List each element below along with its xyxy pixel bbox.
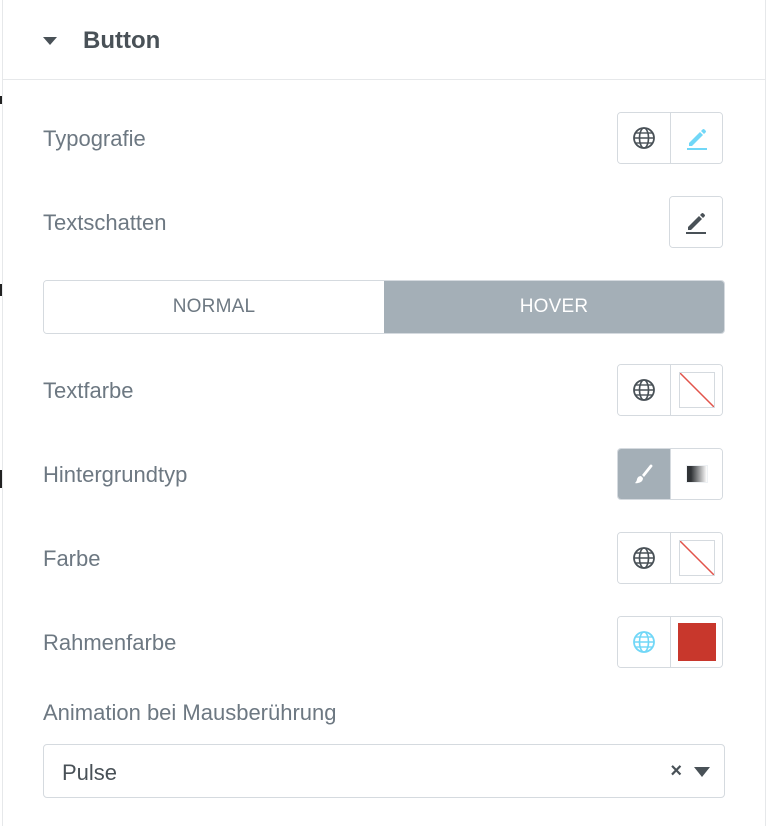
color-global-button[interactable] [618,533,670,583]
border-color-label: Rahmenfarbe [43,630,177,655]
typography-global-button[interactable] [618,113,670,163]
typography-edit-button[interactable] [670,113,722,163]
globe-icon [633,127,655,149]
typography-controls [617,112,723,164]
background-type-controls [617,448,723,500]
color-controls [617,532,723,584]
text-color-global-button[interactable] [618,365,670,415]
globe-icon [633,547,655,569]
background-type-label: Hintergrundtyp [43,462,188,487]
pencil-icon [686,129,707,150]
tab-hover[interactable]: HOVER [384,281,724,333]
border-color-global-button[interactable] [618,617,670,667]
select-value: Pulse [62,760,118,785]
text-shadow-edit-button[interactable] [670,197,722,247]
typography-label: Typografie [43,126,146,151]
text-color-label: Textfarbe [43,378,134,403]
border-color-controls [617,616,723,668]
color-swatch-empty [678,540,715,576]
section-header-button[interactable]: Button [3,0,765,80]
background-classic-button[interactable] [618,449,670,499]
clear-icon[interactable]: × [670,760,682,783]
text-color-picker-button[interactable] [670,365,722,415]
text-shadow-controls [669,196,723,248]
globe-icon [633,631,655,653]
pencil-icon [686,213,706,234]
text-color-controls [617,364,723,416]
chevron-down-icon[interactable] [694,767,710,777]
caret-down-icon[interactable] [43,37,57,45]
globe-icon [633,379,655,401]
color-label: Farbe [43,546,101,571]
text-shadow-label: Textschatten [43,210,167,235]
style-panel: Button Typografie Textschatten NORMAL HO… [2,0,766,826]
color-picker-button[interactable] [670,533,722,583]
border-color-picker-button[interactable] [670,617,722,667]
color-swatch-filled [677,623,716,661]
gradient-icon [685,465,708,483]
tab-normal[interactable]: NORMAL [44,281,384,333]
color-swatch-empty [678,372,715,408]
hover-animation-select[interactable]: Pulse × [43,744,725,798]
brush-icon [635,464,653,484]
hover-animation-label: Animation bei Mausberührung [43,700,337,725]
state-tabs: NORMAL HOVER [43,280,725,334]
section-title: Button [83,27,161,54]
background-gradient-button[interactable] [670,449,722,499]
